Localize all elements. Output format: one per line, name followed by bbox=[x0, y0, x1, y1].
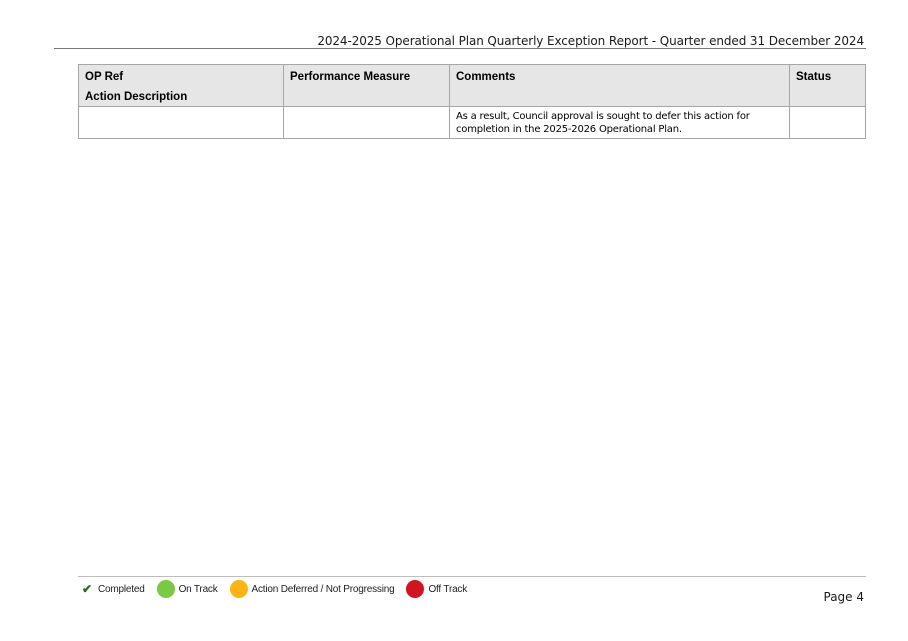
legend-item-off-track: Off Track bbox=[406, 580, 467, 598]
op-ref-cell bbox=[78, 106, 284, 139]
check-icon: ✔ bbox=[82, 582, 93, 596]
status-cell bbox=[789, 106, 866, 139]
report-title: 2024-2025 Operational Plan Quarterly Exc… bbox=[317, 34, 864, 48]
legend-item-completed: ✔ Completed bbox=[82, 582, 145, 596]
header-divider bbox=[54, 48, 866, 49]
page-number: Page 4 bbox=[823, 590, 865, 604]
op-ref-label: OP Ref bbox=[85, 71, 124, 83]
footer-divider bbox=[78, 576, 866, 577]
legend-label: Off Track bbox=[428, 583, 468, 595]
red-dot-icon bbox=[406, 580, 425, 598]
legend-label: Completed bbox=[98, 583, 145, 595]
exception-table: OP Ref Action Description Performance Me… bbox=[78, 64, 866, 139]
performance-measure-cell bbox=[283, 106, 450, 139]
action-description-label: Action Description bbox=[85, 91, 188, 103]
table-row: As a result, Council approval is sought … bbox=[78, 106, 866, 139]
op-ref-header: OP Ref Action Description bbox=[78, 64, 284, 107]
performance-measure-header: Performance Measure bbox=[283, 64, 450, 107]
green-dot-icon bbox=[156, 580, 175, 598]
table-header-row: OP Ref Action Description Performance Me… bbox=[78, 64, 866, 107]
legend-label: Action Deferred / Not Progressing bbox=[251, 583, 395, 595]
legend-item-on-track: On Track bbox=[156, 580, 218, 598]
status-legend: ✔ Completed On Track Action Deferred / N… bbox=[82, 578, 479, 600]
status-header: Status bbox=[789, 64, 866, 107]
legend-label: On Track bbox=[178, 583, 218, 595]
comments-cell: As a result, Council approval is sought … bbox=[449, 106, 790, 139]
amber-dot-icon bbox=[229, 580, 248, 598]
legend-item-deferred: Action Deferred / Not Progressing bbox=[229, 580, 395, 598]
comments-header: Comments bbox=[449, 64, 790, 107]
